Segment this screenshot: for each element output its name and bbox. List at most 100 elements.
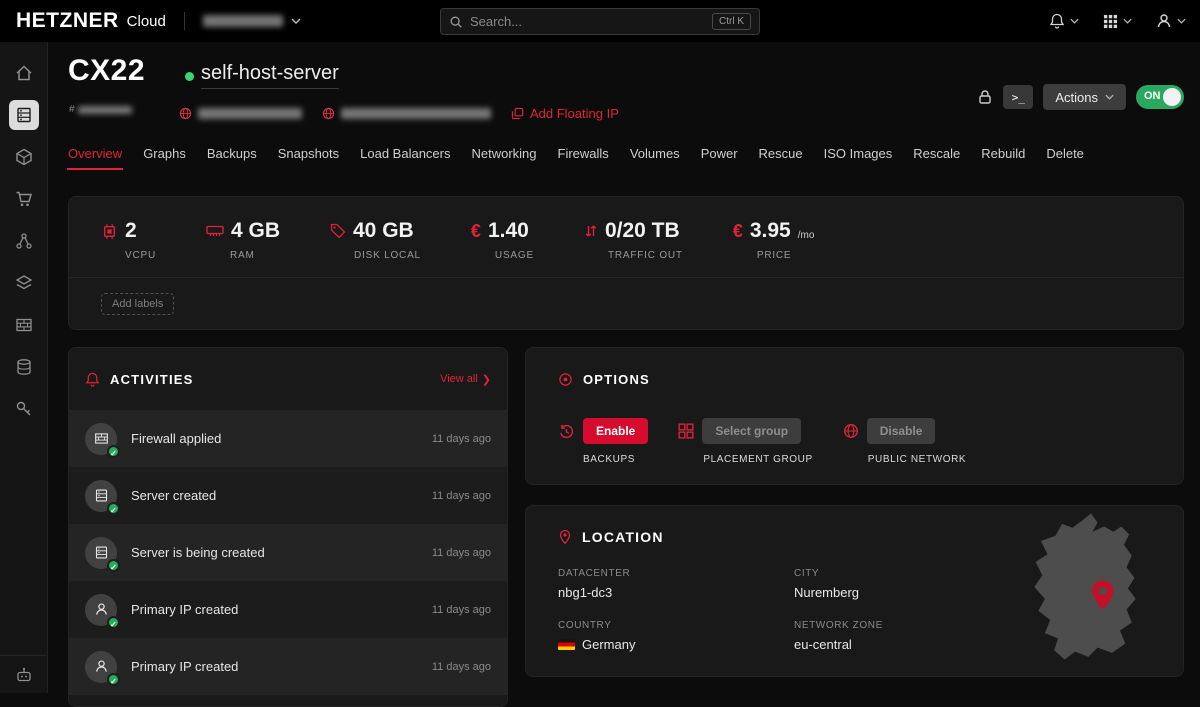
tab-rescue[interactable]: Rescue (759, 146, 803, 161)
main-content: CX22 # self-host-server Add Floating IP … (48, 42, 1200, 693)
location-grid: DATACENTER nbg1-dc3 CITY Nuremberg COUNT… (558, 568, 883, 652)
add-floating-ip-label: Add Floating IP (530, 106, 619, 121)
stat-label: RAM (230, 250, 280, 261)
field-label: NETWORK ZONE (794, 620, 883, 631)
chevron-down-icon (1070, 18, 1079, 24)
tab-rescale[interactable]: Rescale (913, 146, 960, 161)
redacted-ipv4 (198, 108, 302, 119)
server-id-hash: # (69, 104, 75, 115)
tab-power[interactable]: Power (701, 146, 738, 161)
chevron-down-icon (291, 18, 301, 24)
stat-label: PRICE (757, 250, 815, 261)
activities-card: ACTIVITIES View all ❯ ✓ Firewall applied… (68, 347, 508, 707)
sidebar-item-images[interactable] (9, 142, 39, 172)
firewall-icon (15, 316, 33, 334)
location-datacenter: DATACENTER nbg1-dc3 (558, 568, 794, 600)
redacted-server-id (78, 106, 132, 114)
ipv4-address[interactable] (179, 107, 302, 120)
lock-button[interactable] (977, 89, 993, 105)
view-all-link[interactable]: View all ❯ (440, 373, 491, 386)
check-icon: ✓ (107, 616, 120, 629)
tab-bar: Overview Graphs Backups Snapshots Load B… (68, 146, 1084, 161)
cart-icon (15, 190, 33, 208)
sidebar-item-firewalls[interactable] (9, 310, 39, 340)
volumes-icon (15, 358, 33, 376)
tab-delete[interactable]: Delete (1046, 146, 1084, 161)
notifications-control[interactable] (1049, 13, 1079, 29)
activity-row: ✓ Server is being created 11 days ago (69, 524, 507, 581)
sidebar-item-home[interactable] (9, 58, 39, 88)
project-selector[interactable] (203, 15, 301, 27)
tab-networking[interactable]: Networking (471, 146, 536, 161)
search-bar[interactable]: Ctrl K (440, 8, 760, 35)
tab-snapshots[interactable]: Snapshots (278, 146, 339, 161)
power-toggle[interactable]: ON (1136, 85, 1184, 109)
chevron-down-icon (1177, 18, 1186, 24)
tab-graphs[interactable]: Graphs (143, 146, 186, 161)
sidebar-item-volumes[interactable] (9, 352, 39, 382)
option-label: PLACEMENT GROUP (703, 454, 812, 465)
apps-control[interactable] (1103, 14, 1132, 29)
activity-row: ✓ Server created 11 days ago (69, 467, 507, 524)
add-labels-chip[interactable]: Add labels (101, 293, 174, 315)
sidebar-item-security[interactable] (9, 394, 39, 424)
sidebar-item-networks[interactable] (9, 226, 39, 256)
field-value: nbg1-dc3 (558, 585, 794, 600)
tab-backups[interactable]: Backups (207, 146, 257, 161)
stat-ram: 4 GB RAM (206, 219, 280, 261)
activity-text: Server is being created (131, 545, 265, 560)
options-title: OPTIONS (583, 372, 650, 387)
history-icon (558, 423, 575, 440)
ipv6-address[interactable] (322, 107, 491, 120)
tab-overview[interactable]: Overview (68, 146, 122, 161)
redacted-project-name (203, 15, 283, 27)
stat-value: 0/20 TB (605, 219, 680, 243)
tab-rebuild[interactable]: Rebuild (981, 146, 1025, 161)
enable-backups-button[interactable]: Enable (583, 418, 648, 444)
product-name: Cloud (127, 13, 166, 30)
tab-volumes[interactable]: Volumes (630, 146, 680, 161)
tab-iso-images[interactable]: ISO Images (824, 146, 893, 161)
bell-icon (1049, 13, 1065, 29)
tab-firewalls[interactable]: Firewalls (558, 146, 609, 161)
server-name[interactable]: self-host-server (201, 62, 339, 89)
search-input[interactable] (470, 14, 705, 29)
germany-flag-icon (558, 639, 575, 650)
ip-row: Add Floating IP (179, 106, 619, 121)
target-icon (558, 372, 573, 387)
add-floating-ip-link[interactable]: Add Floating IP (511, 106, 619, 121)
actions-button[interactable]: Actions (1043, 84, 1126, 110)
select-group-button[interactable]: Select group (702, 418, 801, 444)
stat-disk: 40 GB DISK LOCAL (330, 219, 421, 261)
tab-load-balancers[interactable]: Load Balancers (360, 146, 450, 161)
sidebar-item-load-balancers[interactable] (9, 268, 39, 298)
ipv4-globe-icon (179, 107, 192, 120)
stat-price: € 3.95 /mo PRICE (733, 219, 815, 261)
option-backups: Enable BACKUPS (558, 418, 648, 465)
map-pin-icon (558, 529, 572, 545)
chevron-down-icon (1123, 18, 1132, 24)
ipv6-globe-icon (322, 107, 335, 120)
user-icon (1156, 13, 1172, 29)
toggle-knob (1163, 88, 1181, 106)
sidebar-item-servers[interactable] (9, 100, 39, 130)
search-shortcut-badge: Ctrl K (712, 13, 751, 30)
account-control[interactable] (1156, 13, 1186, 29)
globe-icon (843, 423, 859, 439)
activity-row: ✓ Primary IP created 11 days ago (69, 581, 507, 638)
console-button[interactable]: >_ (1003, 85, 1033, 109)
server-icon (15, 106, 33, 124)
disable-public-network-button[interactable]: Disable (867, 418, 936, 444)
stats-row: 2 VCPU 4 GB RAM 40 GB DISK LOCAL (69, 197, 1183, 261)
chevron-right-icon: ❯ (482, 373, 491, 386)
euro-icon: € (471, 221, 481, 242)
search-icon (449, 15, 463, 29)
check-icon: ✓ (107, 673, 120, 686)
floating-ip-icon (511, 107, 524, 120)
ram-icon (206, 224, 224, 238)
placement-group-icon (678, 423, 694, 439)
sidebar-support[interactable] (0, 655, 47, 693)
activity-time: 11 days ago (432, 433, 491, 445)
activity-row: ✓ Firewall applied 11 days ago (69, 410, 507, 467)
sidebar-item-marketplace[interactable] (9, 184, 39, 214)
